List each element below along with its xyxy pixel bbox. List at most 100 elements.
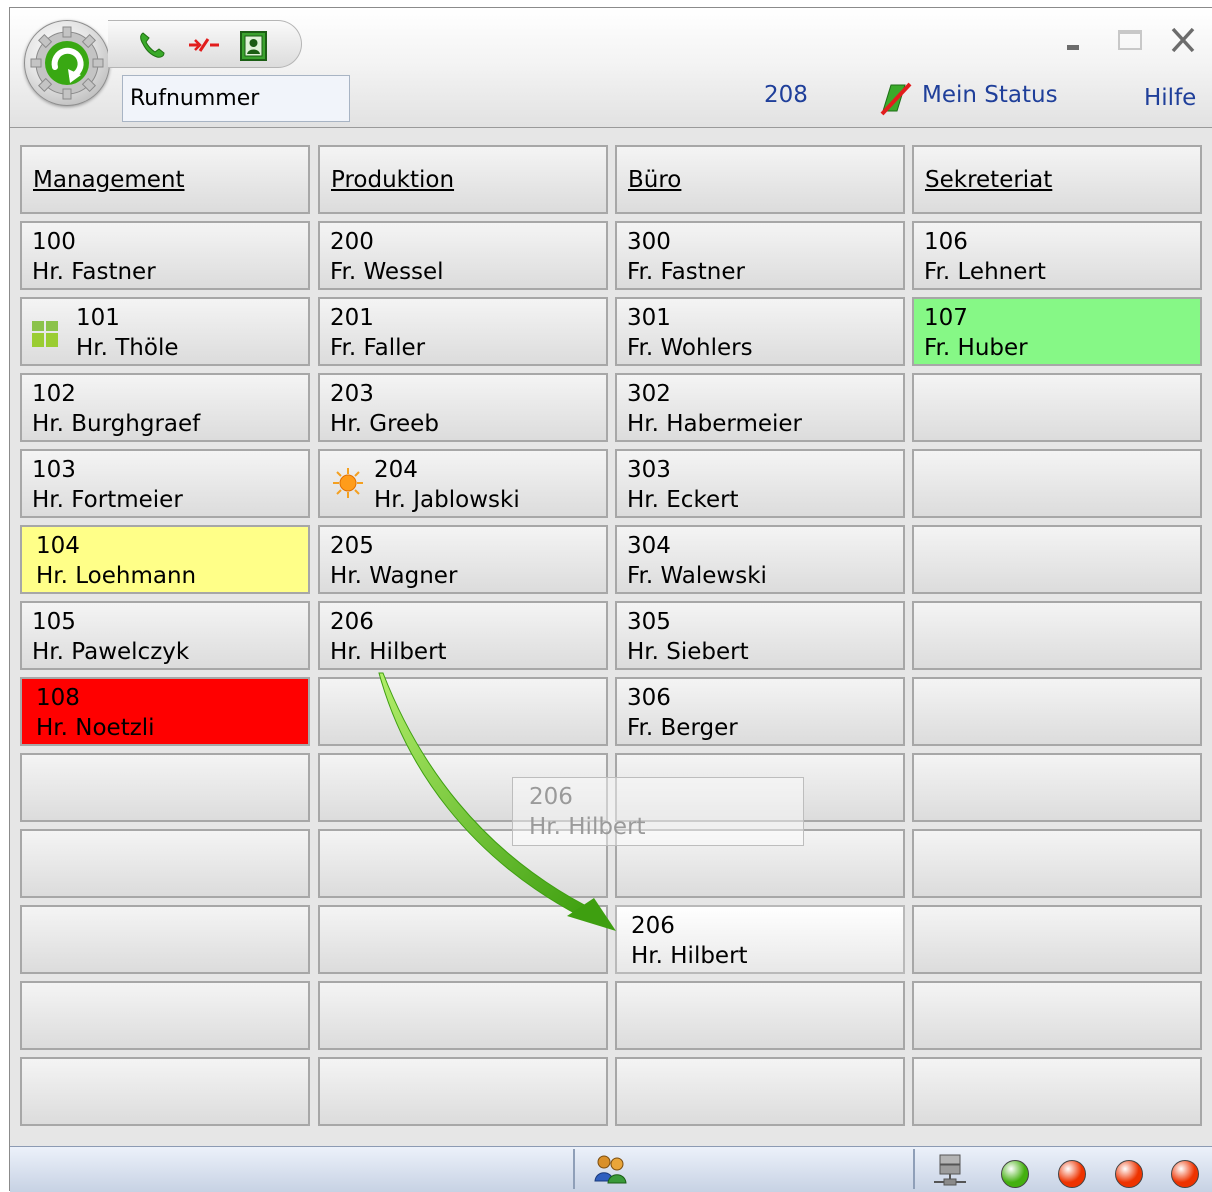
crossed-status-icon (880, 82, 912, 116)
minimize-button[interactable] (1056, 26, 1090, 54)
empty-slot[interactable] (912, 905, 1202, 974)
extension-304[interactable]: 304 Fr. Walewski (615, 525, 905, 594)
extension-302[interactable]: 302 Hr. Habermeier (615, 373, 905, 442)
extension-number: 101 (76, 305, 120, 331)
empty-slot[interactable] (20, 981, 310, 1050)
extension-100[interactable]: 100 Hr. Fastner (20, 221, 310, 290)
extension-205[interactable]: 205 Hr. Wagner (318, 525, 608, 594)
extension-name: Fr. Wessel (330, 259, 444, 285)
empty-slot[interactable] (318, 981, 608, 1050)
extension-name: Hr. Siebert (627, 639, 749, 665)
close-icon (1171, 27, 1195, 53)
app-menu-button[interactable] (24, 20, 110, 106)
extension-200[interactable]: 200 Fr. Wessel (318, 221, 608, 290)
extension-106[interactable]: 106 Fr. Lehnert (912, 221, 1202, 290)
extension-name: Hr. Noetzli (36, 715, 155, 741)
extension-305[interactable]: 305 Hr. Siebert (615, 601, 905, 670)
empty-slot[interactable] (912, 449, 1202, 518)
maximize-icon (1118, 30, 1142, 50)
maximize-button[interactable] (1112, 26, 1146, 54)
extension-name: Hr. Jablowski (374, 487, 520, 513)
call-button[interactable] (136, 29, 168, 61)
extension-102[interactable]: 102 Hr. Burghgraef (20, 373, 310, 442)
extension-101[interactable]: 101 Hr. Thöle (20, 297, 310, 366)
extension-name: Hr. Burghgraef (32, 411, 201, 437)
sun-icon (328, 463, 368, 507)
extension-number: 108 (36, 685, 80, 711)
my-status-link[interactable]: Mein Status (922, 82, 1058, 108)
empty-slot[interactable] (615, 981, 905, 1050)
column-header-sekreteriat[interactable]: Sekreteriat (912, 145, 1202, 214)
empty-slot[interactable] (318, 677, 608, 746)
own-extension[interactable]: 208 (764, 82, 808, 108)
extension-number: 103 (32, 457, 76, 483)
address-book-icon (240, 31, 267, 61)
extension-300[interactable]: 300 Fr. Fastner (615, 221, 905, 290)
status-led (1001, 1160, 1029, 1188)
transfer-button[interactable] (186, 29, 219, 61)
extension-306[interactable]: 306 Fr. Berger (615, 677, 905, 746)
extension-103[interactable]: 103 Hr. Fortmeier (20, 449, 310, 518)
status-led (1171, 1160, 1199, 1188)
status-bar-divider (913, 1149, 915, 1189)
quick-access-toolbar (108, 20, 302, 68)
column-header-label: Büro (628, 167, 682, 193)
extension-301[interactable]: 301 Fr. Wohlers (615, 297, 905, 366)
network-icon[interactable] (930, 1152, 970, 1192)
extension-name: Fr. Faller (330, 335, 426, 361)
status-icon[interactable] (879, 81, 913, 121)
extension-104[interactable]: 104 Hr. Loehmann (20, 525, 310, 594)
extension-name: Fr. Lehnert (924, 259, 1046, 285)
users-icon[interactable] (593, 1153, 629, 1189)
extension-name: Hr. Loehmann (36, 563, 197, 589)
extension-name: Hr. Pawelczyk (32, 639, 190, 665)
empty-slot[interactable] (20, 1057, 310, 1126)
close-button[interactable] (1166, 26, 1200, 54)
empty-slot[interactable] (20, 905, 310, 974)
extension-201[interactable]: 201 Fr. Faller (318, 297, 608, 366)
title-bar: 208 Mein Status Hilfe (10, 8, 1212, 128)
extension-303[interactable]: 303 Hr. Eckert (615, 449, 905, 518)
empty-slot[interactable] (615, 1057, 905, 1126)
empty-slot[interactable] (912, 829, 1202, 898)
empty-slot[interactable] (318, 1057, 608, 1126)
empty-slot[interactable] (912, 525, 1202, 594)
contacts-button[interactable] (236, 29, 268, 61)
column-header-management[interactable]: Management (20, 145, 310, 214)
phone-number-input[interactable] (122, 75, 350, 122)
extension-name: Fr. Wohlers (627, 335, 753, 361)
extension-203[interactable]: 203 Hr. Greeb (318, 373, 608, 442)
empty-slot[interactable] (912, 981, 1202, 1050)
help-link[interactable]: Hilfe (1144, 85, 1196, 111)
empty-slot[interactable] (318, 905, 608, 974)
extension-204[interactable]: 204 Hr. Jablowski (318, 449, 608, 518)
app-window: 208 Mein Status Hilfe Management 100 Hr. F… (9, 7, 1212, 1192)
drag-ghost-name: Hr. Hilbert (529, 814, 646, 840)
empty-slot[interactable] (912, 1057, 1202, 1126)
empty-slot[interactable] (912, 753, 1202, 822)
extension-105[interactable]: 105 Hr. Pawelczyk (20, 601, 310, 670)
extension-number: 305 (627, 609, 671, 635)
extension-name: Hr. Fortmeier (32, 487, 183, 513)
extension-name: Fr. Huber (924, 335, 1028, 361)
extension-name: Hr. Habermeier (627, 411, 803, 437)
empty-slot[interactable] (912, 373, 1202, 442)
extension-107[interactable]: 107 Fr. Huber (912, 297, 1202, 366)
empty-slot[interactable] (20, 829, 310, 898)
empty-slot[interactable] (912, 677, 1202, 746)
extension-name: Hr. Eckert (627, 487, 739, 513)
empty-slot[interactable] (20, 753, 310, 822)
extension-206[interactable]: 206 Hr. Hilbert (318, 601, 608, 670)
extension-number: 105 (32, 609, 76, 635)
column-header-b-ro[interactable]: Büro (615, 145, 905, 214)
column-header-produktion[interactable]: Produktion (318, 145, 608, 214)
extension-name: Fr. Berger (627, 715, 738, 741)
column-header-label: Management (33, 167, 185, 193)
empty-slot[interactable] (912, 601, 1202, 670)
status-led (1115, 1160, 1143, 1188)
drop-target-extension[interactable]: 206 Hr. Hilbert (615, 905, 905, 974)
extension-name: Fr. Fastner (627, 259, 745, 285)
transfer-icon (189, 38, 219, 52)
extension-number: 301 (627, 305, 671, 331)
extension-108[interactable]: 108 Hr. Noetzli (20, 677, 310, 746)
